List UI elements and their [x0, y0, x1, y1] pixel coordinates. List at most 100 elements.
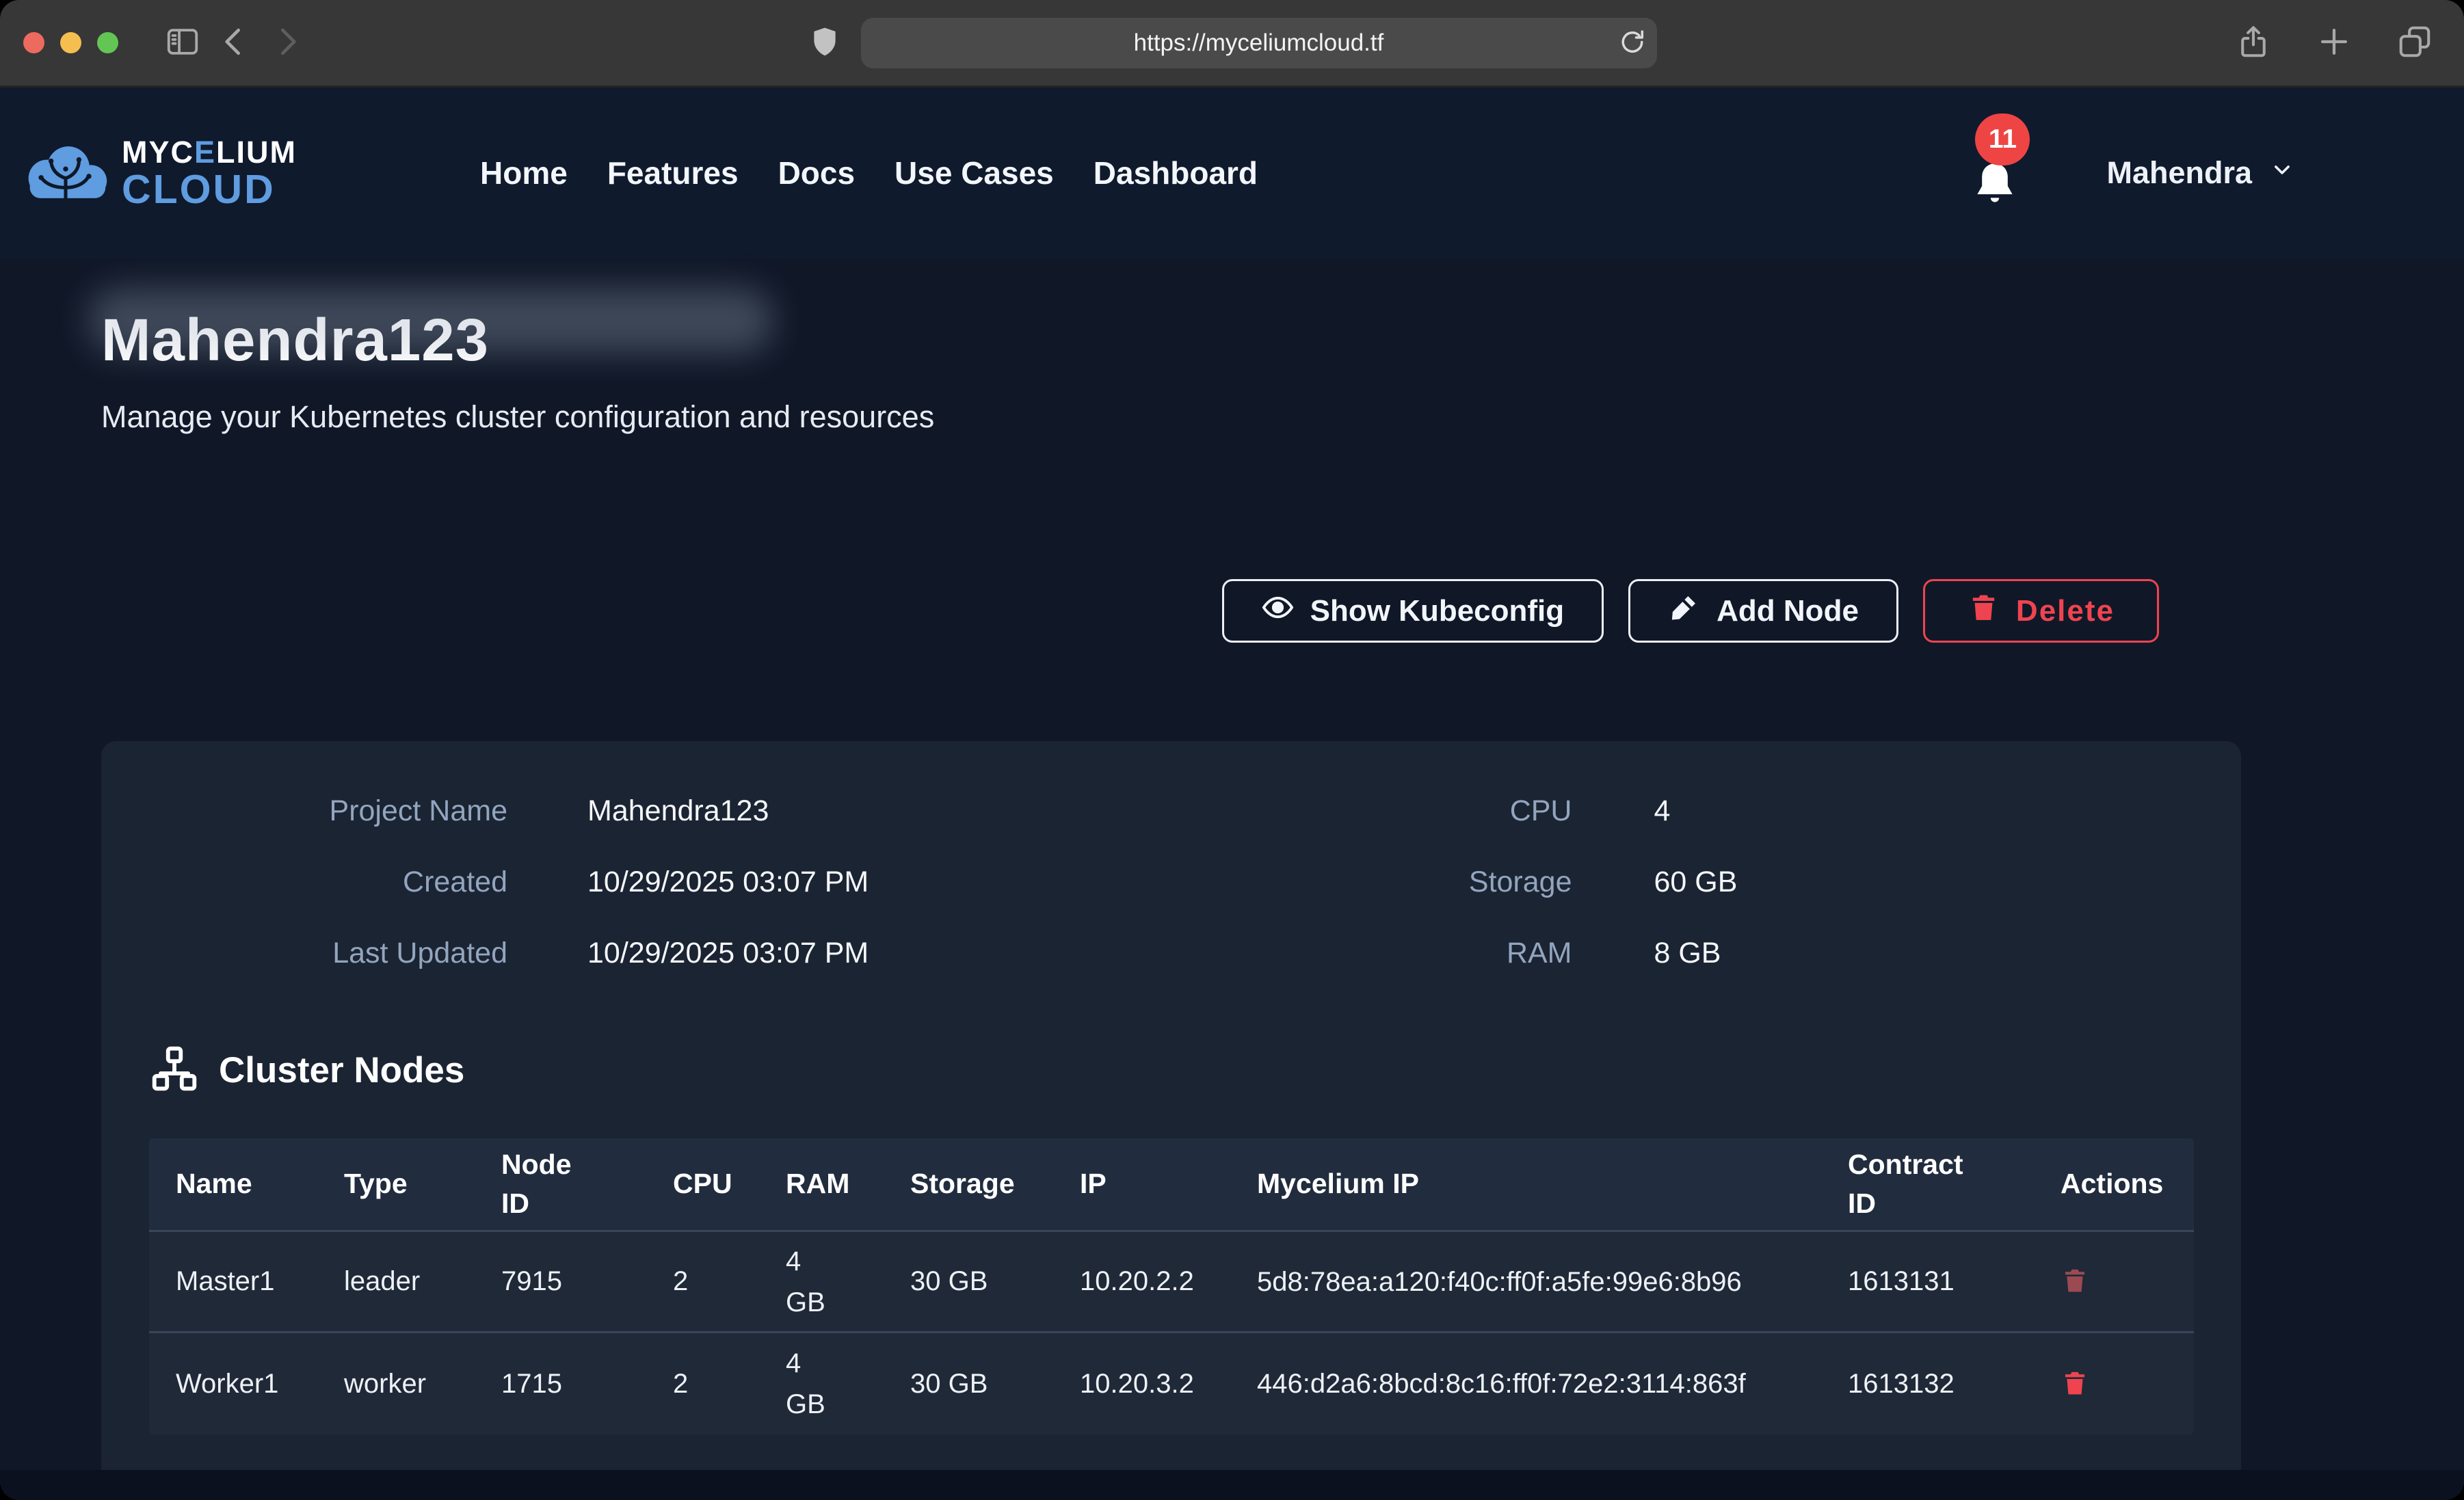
info-label: Storage — [1171, 866, 1572, 899]
info-row-storage: Storage 60 GB — [1171, 846, 2242, 918]
user-menu-button[interactable]: Mahendra — [2106, 155, 2296, 191]
share-button[interactable] — [2227, 17, 2279, 69]
info-row-last-updated: Last Updated 10/29/2025 03:07 PM — [101, 918, 1171, 989]
col-header-actions: Actions — [2061, 1164, 2194, 1203]
col-header-type: Type — [344, 1164, 501, 1203]
cell-mycelium-ip: 446:d2a6:8bcd:8c16:ff0f:72e2:3114:863f — [1257, 1363, 1746, 1404]
cell-name: Worker1 — [176, 1369, 344, 1399]
cell-contract-id: 1613131 — [1848, 1266, 2061, 1297]
info-row-cpu: CPU 4 — [1171, 775, 2242, 846]
info-value: Mahendra123 — [587, 794, 769, 828]
cluster-nodes-header: Cluster Nodes — [149, 1043, 2241, 1097]
delete-node-button[interactable] — [2061, 1366, 2089, 1402]
cell-name: Master1 — [176, 1266, 344, 1297]
reload-icon — [1617, 27, 1647, 59]
page-header: Mahendra123 Manage your Kubernetes clust… — [101, 306, 934, 435]
share-icon — [2235, 23, 2272, 62]
cell-contract-id: 1613132 — [1848, 1369, 2061, 1399]
nav-links: Home Features Docs Use Cases Dashboard — [480, 155, 1258, 191]
network-icon — [149, 1043, 200, 1097]
browser-chrome: https://myceliumcloud.tf — [0, 0, 2464, 88]
cell-ram: 4 GB — [786, 1343, 827, 1425]
delete-cluster-button[interactable]: Delete — [1923, 579, 2159, 643]
col-header-storage: Storage — [910, 1164, 1080, 1203]
info-value: 10/29/2025 03:07 PM — [587, 866, 869, 899]
page-viewport: MYCELIUM CLOUD Home Features Docs Use Ca… — [0, 88, 2464, 1500]
url-text: https://myceliumcloud.tf — [1134, 29, 1384, 57]
col-header-ram: RAM — [786, 1164, 910, 1203]
sidebar-toggle-icon — [164, 23, 201, 62]
privacy-shield-button[interactable] — [808, 22, 842, 64]
info-value: 8 GB — [1654, 937, 1721, 970]
nav-link-home[interactable]: Home — [480, 155, 568, 191]
pencil-icon — [1668, 591, 1700, 631]
cluster-info-grid: Project Name Mahendra123 CPU 4 Created 1… — [101, 741, 2241, 989]
reload-button[interactable] — [1617, 27, 1647, 59]
chevron-down-icon — [2268, 155, 2296, 191]
cluster-actions-row: Show Kubeconfig Add Node — [101, 579, 2241, 643]
trash-icon — [2061, 1263, 2089, 1300]
page-subtitle: Manage your Kubernetes cluster configura… — [101, 399, 934, 435]
nav-link-use-cases[interactable]: Use Cases — [895, 155, 1054, 191]
main-content: Show Kubeconfig Add Node — [101, 579, 2241, 1483]
cell-type: worker — [344, 1369, 501, 1399]
forward-button[interactable] — [261, 17, 313, 69]
cloud-logo-icon — [21, 139, 111, 206]
add-node-button[interactable]: Add Node — [1628, 579, 1898, 643]
info-label: Last Updated — [101, 937, 507, 970]
cell-cpu: 2 — [673, 1266, 786, 1297]
close-window-button[interactable] — [23, 32, 44, 53]
sidebar-toggle-button[interactable] — [157, 17, 209, 69]
cell-ip: 10.20.2.2 — [1080, 1266, 1257, 1297]
trash-icon — [1968, 591, 2000, 631]
info-value: 4 — [1654, 794, 1671, 828]
tab-overview-icon — [2396, 23, 2433, 62]
window-controls — [23, 32, 118, 53]
navbar-right: 11 Mahendra — [1970, 133, 2464, 214]
cell-type: leader — [344, 1266, 501, 1297]
show-kubeconfig-button[interactable]: Show Kubeconfig — [1222, 579, 1604, 643]
address-bar-area: https://myceliumcloud.tf — [808, 18, 1657, 68]
zoom-window-button[interactable] — [97, 32, 118, 53]
info-label: CPU — [1171, 794, 1572, 828]
info-value: 10/29/2025 03:07 PM — [587, 937, 869, 970]
back-button[interactable] — [209, 17, 261, 69]
forward-icon — [268, 23, 305, 62]
new-tab-button[interactable] — [2308, 17, 2360, 69]
table-row-master1: Master1 leader 7915 2 4 GB 30 GB 10.20.2… — [149, 1232, 2194, 1333]
browser-window: https://myceliumcloud.tf — [0, 0, 2464, 1500]
bell-icon — [1970, 204, 2020, 214]
url-bar[interactable]: https://myceliumcloud.tf — [861, 18, 1657, 68]
new-tab-icon — [2316, 23, 2353, 62]
info-row-project-name: Project Name Mahendra123 — [101, 775, 1171, 846]
info-label: Project Name — [101, 794, 507, 828]
minimize-window-button[interactable] — [60, 32, 81, 53]
info-label: Created — [101, 866, 507, 899]
col-header-contract-id: Contract ID — [1848, 1145, 1985, 1224]
col-header-ip: IP — [1080, 1164, 1257, 1203]
table-header-row: Name Type Node ID CPU RAM Storage IP Myc… — [149, 1138, 2194, 1232]
delete-label: Delete — [2016, 594, 2115, 628]
brand-logo[interactable]: MYCELIUM CLOUD — [21, 137, 297, 210]
nav-link-dashboard[interactable]: Dashboard — [1094, 155, 1258, 191]
delete-node-button[interactable] — [2061, 1263, 2089, 1300]
tab-overview-button[interactable] — [2389, 17, 2441, 69]
add-node-label: Add Node — [1717, 594, 1859, 628]
table-row-worker1: Worker1 worker 1715 2 4 GB 30 GB 10.20.3… — [149, 1333, 2194, 1434]
cell-ram: 4 GB — [786, 1241, 827, 1323]
info-row-ram: RAM 8 GB — [1171, 918, 2242, 989]
cell-node-id: 7915 — [501, 1266, 673, 1297]
nav-link-features[interactable]: Features — [607, 155, 739, 191]
show-kubeconfig-label: Show Kubeconfig — [1310, 594, 1565, 628]
eye-icon — [1262, 591, 1294, 631]
cluster-nodes-title: Cluster Nodes — [219, 1049, 464, 1091]
page-title: Mahendra123 — [101, 306, 934, 375]
cell-storage: 30 GB — [910, 1369, 1080, 1399]
cell-mycelium-ip: 5d8:78ea:a120:f40c:ff0f:a5fe:99e6:8b96 — [1257, 1261, 1742, 1302]
chrome-right-controls — [2227, 17, 2441, 69]
notifications-button[interactable]: 11 — [1970, 156, 2020, 214]
nav-link-docs[interactable]: Docs — [778, 155, 855, 191]
shield-icon — [808, 22, 842, 64]
notification-count-badge: 11 — [1975, 113, 2030, 165]
info-label: RAM — [1171, 937, 1572, 970]
